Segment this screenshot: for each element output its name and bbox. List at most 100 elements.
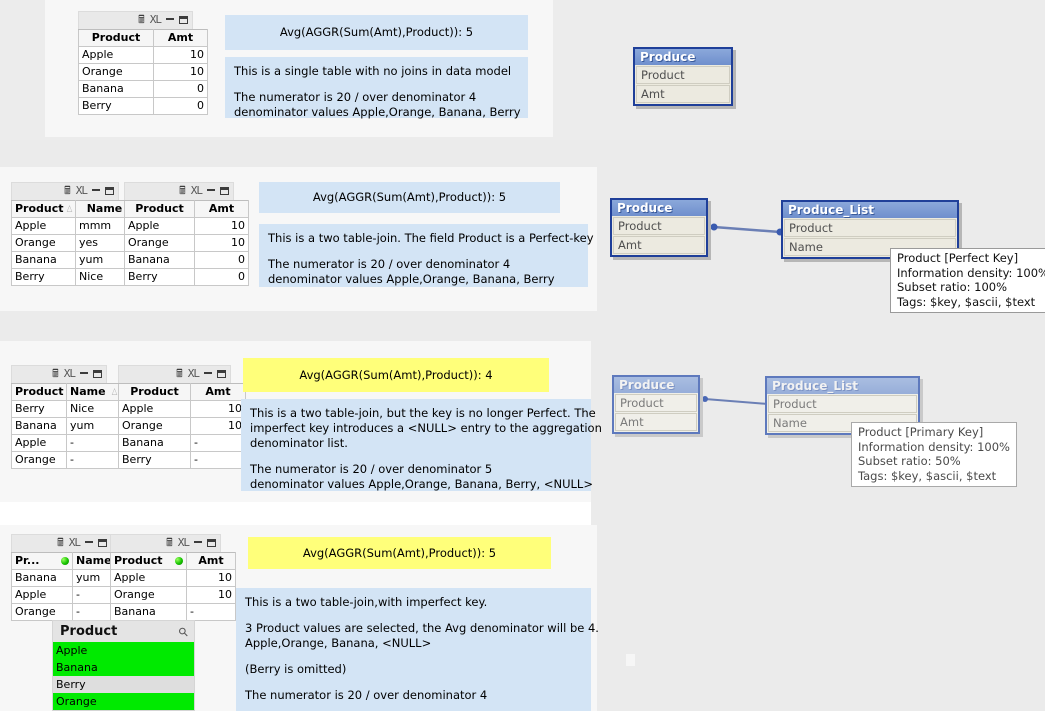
col-header[interactable]: Name △ [66, 383, 122, 401]
list-item[interactable]: Banana [53, 659, 194, 676]
excel-export-icon[interactable]: XL [69, 536, 81, 549]
cell[interactable]: - [66, 434, 122, 452]
table-title[interactable]: Produce_List [767, 378, 918, 394]
minimize-icon[interactable] [207, 188, 215, 191]
excel-export-icon[interactable]: XL [150, 13, 162, 26]
produce-table-s1[interactable]: 🖩 XL Product Amt Apple 10 Orange 10 Bana… [78, 11, 208, 115]
cell[interactable]: - [190, 434, 246, 452]
cell[interactable]: Orange [118, 417, 191, 435]
cell[interactable]: Berry [124, 268, 195, 286]
print-icon[interactable]: 🖩 [52, 367, 59, 380]
model-box-produce-s2[interactable]: Produce Product Amt [610, 198, 711, 260]
cell[interactable]: Berry [118, 451, 191, 469]
box-body[interactable]: Produce Product Amt [612, 375, 700, 434]
cell[interactable]: - [66, 451, 122, 469]
cell[interactable]: Berry [11, 400, 67, 418]
table-row[interactable]: Orange 10 [78, 63, 208, 81]
field-row[interactable]: Amt [613, 236, 705, 254]
excel-export-icon[interactable]: XL [64, 367, 76, 380]
table-header-bar[interactable]: 🖩 XL [118, 365, 231, 383]
table-header-bar[interactable]: 🖩 XL [11, 365, 107, 383]
table-title[interactable]: Produce_List [783, 202, 957, 218]
table-header-bar[interactable]: 🖩 XL [78, 11, 193, 29]
box-body[interactable]: Produce Product Amt [610, 198, 708, 257]
table-row[interactable]: Berry - [118, 451, 246, 469]
field-row[interactable]: Amt [636, 85, 730, 103]
cell[interactable]: Orange [110, 586, 187, 604]
minimize-icon[interactable] [204, 371, 212, 374]
maximize-icon[interactable] [207, 538, 216, 547]
table-row[interactable]: Apple 10 [118, 400, 246, 418]
table-row[interactable]: Banana yum [11, 417, 122, 435]
cell[interactable]: Banana [110, 603, 187, 621]
cell[interactable]: 0 [153, 97, 208, 115]
product-listbox[interactable]: Product ⚲ Apple Banana Berry Orange [52, 620, 195, 711]
col-header[interactable]: Product [11, 383, 67, 401]
cell[interactable]: 10 [190, 417, 246, 435]
cell[interactable]: - [186, 603, 236, 621]
cell[interactable]: Berry [78, 97, 154, 115]
field-row[interactable]: Product [784, 219, 956, 237]
cell[interactable]: Banana [11, 417, 67, 435]
maximize-icon[interactable] [220, 186, 229, 195]
table-row[interactable]: Berry 0 [124, 268, 249, 286]
table-row[interactable]: Berry Nice [11, 400, 122, 418]
cell[interactable]: yum [66, 417, 122, 435]
maximize-icon[interactable] [93, 369, 102, 378]
list-item[interactable]: Berry [53, 676, 194, 693]
table-row[interactable]: Berry Nice [11, 268, 134, 286]
col-header[interactable]: Amt [190, 383, 246, 401]
table-row[interactable]: Apple 10 [110, 569, 236, 587]
produce-table-s2[interactable]: 🖩 XL Product Amt Apple 10 Orange 10 Bana… [124, 182, 249, 286]
col-header[interactable]: Amt [153, 29, 208, 47]
cell[interactable]: 10 [194, 217, 249, 235]
cell[interactable]: Berry [11, 268, 76, 286]
cell[interactable]: 10 [194, 234, 249, 252]
col-header[interactable]: Amt [194, 200, 249, 218]
produce-list-table-s4[interactable]: 🖩 XL Pr... Name△ Banana yum Apple - Oran… [11, 534, 127, 621]
table-row[interactable]: Banana 0 [124, 251, 249, 269]
table-title[interactable]: Produce [612, 200, 706, 216]
cell[interactable]: 10 [153, 63, 208, 81]
cell[interactable]: Apple [110, 569, 187, 587]
table-header-bar[interactable]: 🖩 XL [110, 534, 221, 552]
col-header[interactable]: Amt [186, 552, 236, 570]
minimize-icon[interactable] [194, 540, 202, 543]
table-row[interactable]: Orange 10 [110, 586, 236, 604]
table-header-bar[interactable]: 🖩 XL [11, 182, 119, 200]
cell[interactable]: 10 [190, 400, 246, 418]
table-header-bar[interactable]: 🖩 XL [124, 182, 234, 200]
search-icon[interactable]: ⚲ [176, 623, 192, 639]
field-row[interactable]: Product [768, 395, 917, 413]
col-header[interactable]: Pr... [11, 552, 73, 570]
produce-table-s4[interactable]: 🖩 XL Product Amt Apple 10 Orange 10 Bana… [110, 534, 236, 621]
cell[interactable]: Orange [11, 234, 76, 252]
minimize-icon[interactable] [166, 17, 174, 20]
table-title[interactable]: Produce [614, 377, 698, 393]
print-icon[interactable]: 🖩 [57, 536, 64, 549]
table-row[interactable]: Apple 10 [124, 217, 249, 235]
col-header[interactable]: Product [78, 29, 154, 47]
cell[interactable]: Orange [124, 234, 195, 252]
table-row[interactable]: Apple - [11, 434, 122, 452]
table-row[interactable]: Berry 0 [78, 97, 208, 115]
table-row[interactable]: Orange 10 [118, 417, 246, 435]
print-icon[interactable]: 🖩 [179, 184, 186, 197]
cell[interactable]: Nice [66, 400, 122, 418]
minimize-icon[interactable] [92, 188, 100, 191]
cell[interactable]: Apple [78, 46, 154, 64]
cell[interactable]: Apple [11, 217, 76, 235]
table-row[interactable]: Orange yes [11, 234, 134, 252]
table-row[interactable]: Apple mmm [11, 217, 134, 235]
produce-list-table-s2[interactable]: 🖩 XL Product △ Name Apple mmm Orange yes … [11, 182, 134, 286]
produce-table-s3[interactable]: 🖩 XL Product Amt Apple 10 Orange 10 Bana… [118, 365, 246, 469]
col-header[interactable]: Product [124, 200, 195, 218]
print-icon[interactable]: 🖩 [64, 184, 71, 197]
cell[interactable]: 0 [194, 268, 249, 286]
maximize-icon[interactable] [105, 186, 114, 195]
produce-list-table-s3[interactable]: 🖩 XL Product Name △ Berry Nice Banana yum… [11, 365, 122, 469]
model-box-produce-s3[interactable]: Produce Product Amt [612, 375, 703, 437]
table-row[interactable]: Banana yum [11, 251, 134, 269]
minimize-icon[interactable] [85, 540, 93, 543]
excel-export-icon[interactable]: XL [178, 536, 190, 549]
